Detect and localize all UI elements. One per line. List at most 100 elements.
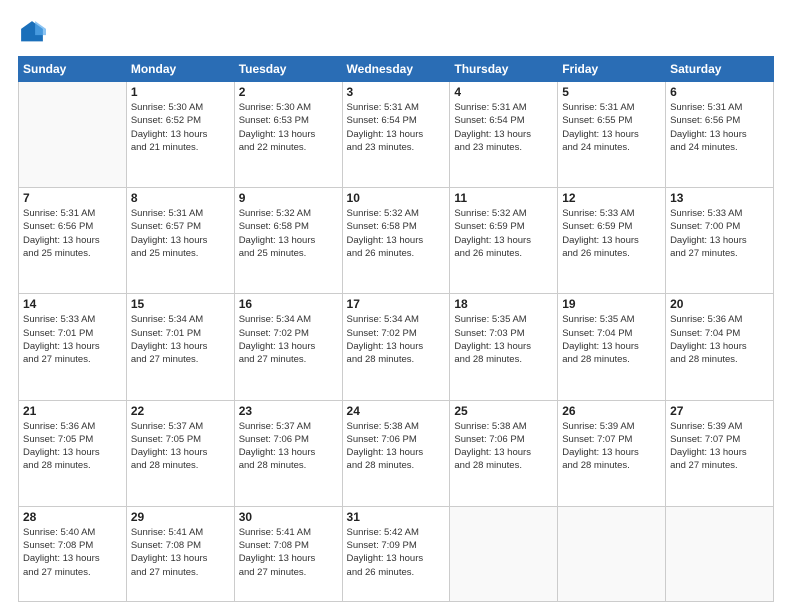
weekday-header: Saturday [666,57,774,82]
day-number: 6 [670,85,769,99]
day-number: 29 [131,510,230,524]
day-number: 26 [562,404,661,418]
page: SundayMondayTuesdayWednesdayThursdayFrid… [0,0,792,612]
day-info: Sunrise: 5:34 AM Sunset: 7:02 PM Dayligh… [239,313,338,366]
day-info: Sunrise: 5:36 AM Sunset: 7:04 PM Dayligh… [670,313,769,366]
calendar-cell: 25 Sunrise: 5:38 AM Sunset: 7:06 PM Dayli… [450,400,558,506]
calendar-week-row: 1 Sunrise: 5:30 AM Sunset: 6:52 PM Daylig… [19,82,774,188]
logo [18,18,50,46]
day-number: 31 [347,510,446,524]
weekday-header: Tuesday [234,57,342,82]
day-info: Sunrise: 5:31 AM Sunset: 6:54 PM Dayligh… [454,101,553,154]
day-number: 19 [562,297,661,311]
calendar-cell: 30 Sunrise: 5:41 AM Sunset: 7:08 PM Dayli… [234,506,342,601]
day-info: Sunrise: 5:30 AM Sunset: 6:52 PM Dayligh… [131,101,230,154]
calendar-cell: 31 Sunrise: 5:42 AM Sunset: 7:09 PM Dayli… [342,506,450,601]
weekday-header: Thursday [450,57,558,82]
day-info: Sunrise: 5:39 AM Sunset: 7:07 PM Dayligh… [562,420,661,473]
calendar-cell: 17 Sunrise: 5:34 AM Sunset: 7:02 PM Dayli… [342,294,450,400]
day-info: Sunrise: 5:34 AM Sunset: 7:01 PM Dayligh… [131,313,230,366]
day-info: Sunrise: 5:33 AM Sunset: 7:00 PM Dayligh… [670,207,769,260]
day-info: Sunrise: 5:31 AM Sunset: 6:56 PM Dayligh… [670,101,769,154]
calendar-week-row: 14Sunrise: 5:33 AM Sunset: 7:01 PM Dayli… [19,294,774,400]
day-info: Sunrise: 5:32 AM Sunset: 6:58 PM Dayligh… [239,207,338,260]
day-info: Sunrise: 5:39 AM Sunset: 7:07 PM Dayligh… [670,420,769,473]
calendar-cell: 5 Sunrise: 5:31 AM Sunset: 6:55 PM Daylig… [558,82,666,188]
calendar-cell: 2 Sunrise: 5:30 AM Sunset: 6:53 PM Daylig… [234,82,342,188]
day-info: Sunrise: 5:35 AM Sunset: 7:04 PM Dayligh… [562,313,661,366]
day-info: Sunrise: 5:36 AM Sunset: 7:05 PM Dayligh… [23,420,122,473]
day-info: Sunrise: 5:33 AM Sunset: 6:59 PM Dayligh… [562,207,661,260]
day-info: Sunrise: 5:37 AM Sunset: 7:06 PM Dayligh… [239,420,338,473]
calendar-cell: 11 Sunrise: 5:32 AM Sunset: 6:59 PM Dayli… [450,188,558,294]
day-number: 8 [131,191,230,205]
header [18,18,774,46]
calendar-cell: 29 Sunrise: 5:41 AM Sunset: 7:08 PM Dayli… [126,506,234,601]
day-number: 24 [347,404,446,418]
day-info: Sunrise: 5:41 AM Sunset: 7:08 PM Dayligh… [239,526,338,579]
day-number: 5 [562,85,661,99]
day-number: 25 [454,404,553,418]
calendar-cell: 7Sunrise: 5:31 AM Sunset: 6:56 PM Daylig… [19,188,127,294]
calendar-header-row: SundayMondayTuesdayWednesdayThursdayFrid… [19,57,774,82]
logo-icon [18,18,46,46]
calendar-cell: 14Sunrise: 5:33 AM Sunset: 7:01 PM Dayli… [19,294,127,400]
day-number: 22 [131,404,230,418]
calendar-week-row: 28 Sunrise: 5:40 AM Sunset: 7:08 PM Dayli… [19,506,774,601]
calendar-cell: 12Sunrise: 5:33 AM Sunset: 6:59 PM Dayli… [558,188,666,294]
calendar-cell: 20 Sunrise: 5:36 AM Sunset: 7:04 PM Dayli… [666,294,774,400]
day-info: Sunrise: 5:34 AM Sunset: 7:02 PM Dayligh… [347,313,446,366]
day-number: 20 [670,297,769,311]
day-number: 30 [239,510,338,524]
calendar-cell: 13 Sunrise: 5:33 AM Sunset: 7:00 PM Dayli… [666,188,774,294]
day-number: 13 [670,191,769,205]
day-info: Sunrise: 5:40 AM Sunset: 7:08 PM Dayligh… [23,526,122,579]
day-number: 28 [23,510,122,524]
calendar-table: SundayMondayTuesdayWednesdayThursdayFrid… [18,56,774,602]
calendar-cell: 28 Sunrise: 5:40 AM Sunset: 7:08 PM Dayli… [19,506,127,601]
day-number: 14 [23,297,122,311]
day-info: Sunrise: 5:31 AM Sunset: 6:55 PM Dayligh… [562,101,661,154]
calendar-cell: 19 Sunrise: 5:35 AM Sunset: 7:04 PM Dayli… [558,294,666,400]
day-info: Sunrise: 5:32 AM Sunset: 6:58 PM Dayligh… [347,207,446,260]
day-info: Sunrise: 5:32 AM Sunset: 6:59 PM Dayligh… [454,207,553,260]
calendar-cell: 22 Sunrise: 5:37 AM Sunset: 7:05 PM Dayli… [126,400,234,506]
weekday-header: Friday [558,57,666,82]
calendar-cell: 26 Sunrise: 5:39 AM Sunset: 7:07 PM Dayli… [558,400,666,506]
day-info: Sunrise: 5:42 AM Sunset: 7:09 PM Dayligh… [347,526,446,579]
day-number: 15 [131,297,230,311]
day-number: 17 [347,297,446,311]
calendar-cell [19,82,127,188]
weekday-header: Sunday [19,57,127,82]
day-info: Sunrise: 5:38 AM Sunset: 7:06 PM Dayligh… [454,420,553,473]
weekday-header: Monday [126,57,234,82]
day-info: Sunrise: 5:30 AM Sunset: 6:53 PM Dayligh… [239,101,338,154]
day-number: 27 [670,404,769,418]
calendar-cell: 18Sunrise: 5:35 AM Sunset: 7:03 PM Dayli… [450,294,558,400]
calendar-cell: 10 Sunrise: 5:32 AM Sunset: 6:58 PM Dayli… [342,188,450,294]
calendar-cell: 16 Sunrise: 5:34 AM Sunset: 7:02 PM Dayli… [234,294,342,400]
day-info: Sunrise: 5:31 AM Sunset: 6:57 PM Dayligh… [131,207,230,260]
calendar-cell: 1 Sunrise: 5:30 AM Sunset: 6:52 PM Daylig… [126,82,234,188]
day-info: Sunrise: 5:37 AM Sunset: 7:05 PM Dayligh… [131,420,230,473]
calendar-cell: 27 Sunrise: 5:39 AM Sunset: 7:07 PM Dayli… [666,400,774,506]
day-number: 1 [131,85,230,99]
day-number: 2 [239,85,338,99]
day-info: Sunrise: 5:38 AM Sunset: 7:06 PM Dayligh… [347,420,446,473]
calendar-cell: 6 Sunrise: 5:31 AM Sunset: 6:56 PM Daylig… [666,82,774,188]
day-number: 4 [454,85,553,99]
calendar-cell: 9Sunrise: 5:32 AM Sunset: 6:58 PM Daylig… [234,188,342,294]
day-number: 10 [347,191,446,205]
calendar-cell: 24 Sunrise: 5:38 AM Sunset: 7:06 PM Dayli… [342,400,450,506]
calendar-cell: 23Sunrise: 5:37 AM Sunset: 7:06 PM Dayli… [234,400,342,506]
day-info: Sunrise: 5:31 AM Sunset: 6:56 PM Dayligh… [23,207,122,260]
calendar-cell: 3Sunrise: 5:31 AM Sunset: 6:54 PM Daylig… [342,82,450,188]
calendar-cell: 4 Sunrise: 5:31 AM Sunset: 6:54 PM Daylig… [450,82,558,188]
day-number: 16 [239,297,338,311]
calendar-cell [558,506,666,601]
weekday-header: Wednesday [342,57,450,82]
day-number: 21 [23,404,122,418]
calendar-cell: 8 Sunrise: 5:31 AM Sunset: 6:57 PM Daylig… [126,188,234,294]
day-info: Sunrise: 5:41 AM Sunset: 7:08 PM Dayligh… [131,526,230,579]
day-number: 11 [454,191,553,205]
